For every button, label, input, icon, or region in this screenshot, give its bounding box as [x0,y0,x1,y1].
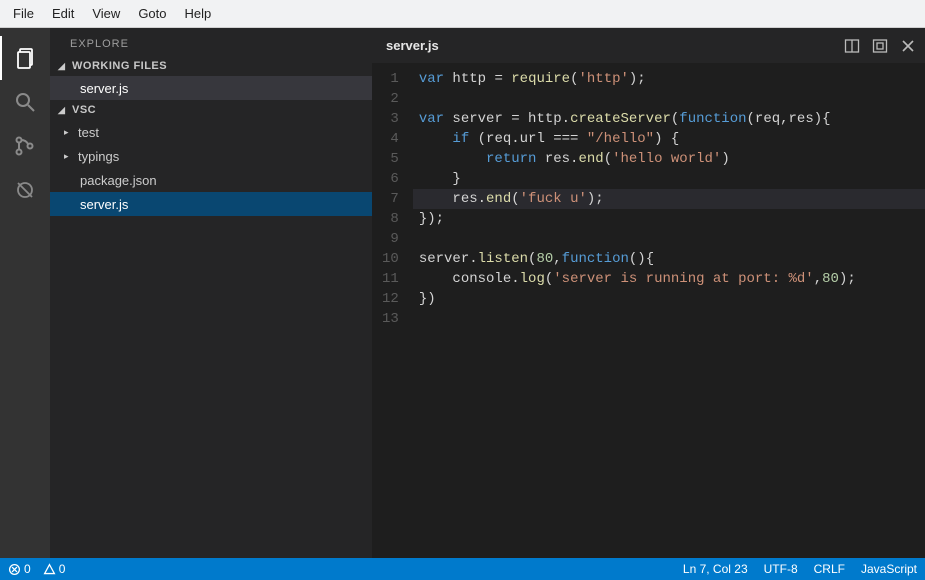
status-warnings[interactable]: 0 [43,562,66,576]
close-editor-icon[interactable] [897,35,919,57]
status-cursor[interactable]: Ln 7, Col 23 [683,562,748,576]
status-bar: 0 0 Ln 7, Col 23 UTF-8 CRLF JavaScript [0,558,925,580]
chevron-down-icon: ◢ [58,61,72,72]
tree-item-label: test [78,125,99,140]
status-errors[interactable]: 0 [8,562,31,576]
status-eol[interactable]: CRLF [814,562,845,576]
search-icon[interactable] [0,80,50,124]
folder-item[interactable]: ▸typings [50,144,372,168]
code-line[interactable] [413,309,925,329]
split-editor-icon[interactable] [841,35,863,57]
working-files-header[interactable]: ◢ WORKING FILES [50,56,372,76]
chevron-right-icon: ▸ [64,151,78,162]
file-item[interactable]: server.js [50,192,372,216]
sidebar: EXPLORE ◢ WORKING FILES server.js ◢ VSC … [50,28,372,558]
project-label: VSC [72,104,96,116]
editor-tab[interactable]: server.js [386,38,439,53]
code-line[interactable] [413,89,925,109]
code-line[interactable]: if (req.url === "/hello") { [413,129,925,149]
activity-bar [0,28,50,558]
code-line[interactable]: }); [413,209,925,229]
code-area[interactable]: 12345678910111213 var http = require('ht… [372,63,925,335]
file-item[interactable]: package.json [50,168,372,192]
menu-goto[interactable]: Goto [129,2,175,25]
code-line[interactable]: return res.end('hello world') [413,149,925,169]
code-line[interactable]: var server = http.createServer(function(… [413,109,925,129]
editor: server.js 12345678910111213 var http = r… [372,28,925,558]
tree-item-label: typings [78,149,119,164]
status-encoding[interactable]: UTF-8 [764,562,798,576]
menu-help[interactable]: Help [176,2,221,25]
chevron-right-icon: ▸ [64,127,78,138]
debug-icon[interactable] [0,168,50,212]
tree-item-label: package.json [80,173,157,188]
folder-item[interactable]: ▸test [50,120,372,144]
working-files-label: WORKING FILES [72,60,167,72]
code-line[interactable] [413,229,925,249]
code-line[interactable]: var http = require('http'); [413,69,925,89]
working-file-item[interactable]: server.js [50,76,372,100]
menubar: File Edit View Goto Help [0,0,925,28]
explorer-icon[interactable] [0,36,50,80]
menu-file[interactable]: File [4,2,43,25]
code-line[interactable]: res.end('fuck u'); [413,189,925,209]
file-label: server.js [80,81,128,96]
tree-item-label: server.js [80,197,128,212]
code-line[interactable]: }) [413,289,925,309]
project-header[interactable]: ◢ VSC [50,100,372,120]
code-line[interactable]: server.listen(80,function(){ [413,249,925,269]
menu-edit[interactable]: Edit [43,2,83,25]
chevron-down-icon: ◢ [58,105,72,116]
code-lines[interactable]: var http = require('http'); var server =… [413,63,925,335]
more-icon[interactable] [869,35,891,57]
code-line[interactable]: console.log('server is running at port: … [413,269,925,289]
editor-tabbar: server.js [372,28,925,63]
line-gutter: 12345678910111213 [372,63,413,335]
code-line[interactable]: } [413,169,925,189]
sidebar-title: EXPLORE [50,28,372,56]
git-icon[interactable] [0,124,50,168]
menu-view[interactable]: View [83,2,129,25]
status-language[interactable]: JavaScript [861,562,917,576]
